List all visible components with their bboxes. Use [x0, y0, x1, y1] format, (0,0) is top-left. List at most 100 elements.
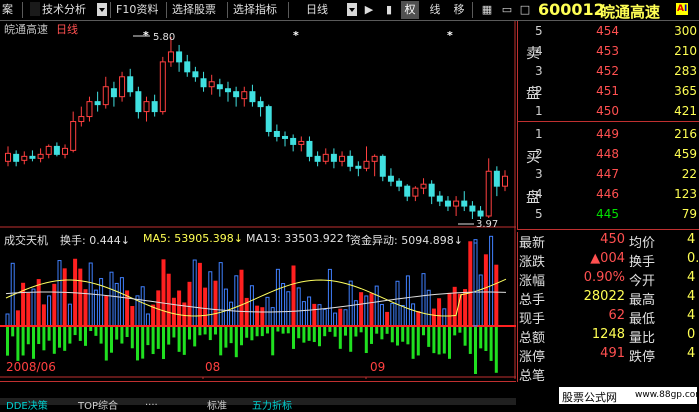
bar-icon[interactable]: ▮	[380, 1, 398, 19]
fund-bar	[219, 326, 223, 356]
fund-bar	[73, 326, 77, 336]
level-number: 2	[535, 147, 543, 161]
move-button[interactable]: 移	[450, 1, 468, 19]
sell-row[interactable]: 3 452 283	[517, 62, 699, 81]
menu-select-indicator[interactable]: 选择指标	[233, 2, 277, 18]
toolbar-divider	[227, 2, 228, 18]
play-icon[interactable]: ▶	[360, 1, 378, 19]
level-number: 5	[535, 207, 543, 221]
candle-body	[339, 155, 346, 162]
fund-bar	[115, 326, 119, 340]
candle-body	[151, 101, 158, 113]
candle-body	[45, 145, 52, 155]
maximize-icon[interactable]: □	[516, 1, 534, 19]
menu-select-stock[interactable]: 选择股票	[172, 2, 216, 18]
fund-bar	[323, 326, 327, 337]
candle-body	[167, 51, 174, 63]
volume-bar	[249, 285, 254, 327]
candle-body	[29, 155, 36, 159]
fund-bar	[406, 326, 410, 345]
candle-body	[347, 155, 354, 167]
chart-panel[interactable]: 皖通高速 日线 5.80 3.97 * * * 成交天机 换手: 0.444↓ …	[0, 21, 516, 379]
window-icon[interactable]: ▭	[498, 1, 516, 19]
fund-bar	[458, 326, 462, 333]
kline-chart[interactable]	[0, 21, 516, 379]
volume-bar	[463, 289, 468, 327]
fund-bar	[401, 326, 405, 342]
stat-value: 4	[687, 270, 696, 285]
volume-bar	[275, 268, 280, 327]
fund-bar	[214, 326, 217, 335]
grid-icon[interactable]: ▦	[478, 1, 496, 19]
volume-bar	[364, 295, 369, 327]
candle-body	[224, 88, 231, 93]
stat-label: 涨幅	[519, 274, 546, 289]
menu-f10-info[interactable]: F10资料	[116, 2, 158, 18]
buy-row[interactable]: 1 449 216	[517, 125, 699, 144]
volume: 300	[674, 24, 697, 38]
fund-bar	[385, 326, 389, 334]
sell-row[interactable]: 1 450 421	[517, 102, 699, 121]
sell-row[interactable]: 2 451 365	[517, 82, 699, 101]
price: 453	[596, 44, 619, 58]
period-dropdown-icon[interactable]	[347, 3, 357, 16]
sell-row[interactable]: 4 453 210	[517, 42, 699, 61]
dropdown-arrow-icon[interactable]	[97, 3, 107, 16]
fund-bar	[453, 326, 457, 336]
rights-button[interactable]: 权	[401, 1, 419, 19]
menu-item-case[interactable]: 案	[2, 2, 13, 18]
fund-bar	[58, 326, 61, 348]
candle-body	[143, 101, 150, 113]
stat-label: 均价	[629, 236, 656, 251]
indicator-name[interactable]: 成交天机	[4, 232, 48, 248]
volume-bar	[374, 285, 379, 327]
sell-row[interactable]: 5 454 300	[517, 22, 699, 41]
fund-bar	[442, 326, 446, 354]
fund-bar	[94, 326, 98, 336]
fund-bar	[130, 326, 134, 349]
buy-row[interactable]: 2 448 459	[517, 145, 699, 164]
buy-row[interactable]: 3 447 22	[517, 165, 699, 184]
candle-body	[273, 130, 280, 137]
stock-flag-badge: AI	[676, 3, 689, 15]
fund-bar	[32, 326, 35, 359]
volume-bar	[104, 295, 109, 327]
volume-bar	[31, 288, 36, 327]
volume-bar	[473, 242, 478, 327]
fund-bar	[141, 326, 145, 359]
stat-label: 总手	[519, 293, 546, 308]
volume-bar	[322, 308, 327, 327]
candle-body	[86, 101, 93, 118]
volume-bar	[213, 280, 218, 327]
toolbar-arrow-icon[interactable]	[30, 2, 40, 16]
volume-bar	[312, 303, 317, 327]
marker-star-icon: *	[447, 29, 453, 42]
volume-bar	[223, 288, 228, 327]
fund-bar	[349, 326, 353, 352]
volume-bar	[483, 254, 488, 327]
watermark: 股票公式网 www.88gp.com	[559, 387, 699, 404]
stat-label: 跌停	[629, 350, 656, 365]
volume-bar	[379, 303, 384, 327]
buy-row[interactable]: 5 445 79	[517, 205, 699, 224]
menu-technical-analysis[interactable]: 技术分析	[42, 2, 86, 18]
volume-bar	[5, 313, 10, 327]
fund-bar	[370, 326, 373, 344]
fund-bar	[375, 326, 379, 334]
candle-body	[265, 106, 272, 132]
candle-body	[216, 84, 223, 90]
fund-bar	[380, 326, 384, 340]
buy-row[interactable]: 4 446 123	[517, 185, 699, 204]
period-select[interactable]: 日线	[306, 2, 328, 18]
candle-body	[306, 140, 313, 157]
stat-value: 4	[687, 346, 696, 361]
level-number: 5	[535, 24, 543, 38]
fund-bar	[250, 326, 254, 341]
fund-bar	[11, 326, 15, 337]
line-button[interactable]: 线	[426, 1, 444, 19]
candle-body	[70, 121, 77, 151]
tab-more[interactable]: ....	[145, 397, 158, 408]
fund-bar	[333, 326, 337, 337]
volume-bar	[431, 308, 436, 327]
candle-body	[62, 147, 69, 155]
